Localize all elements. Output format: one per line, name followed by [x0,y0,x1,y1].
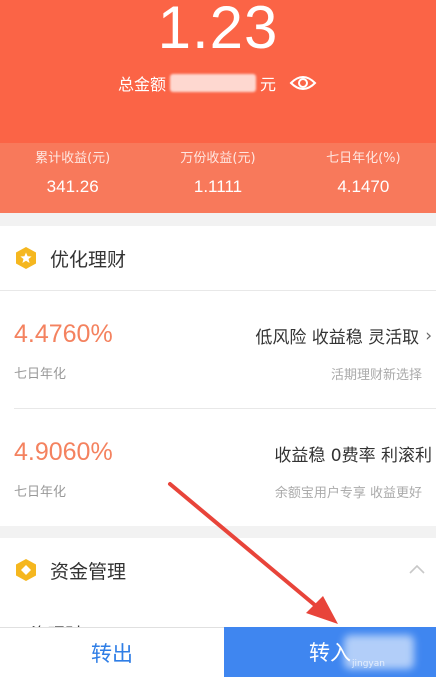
product-rate: 4.9060% [14,438,113,466]
transfer-in-button[interactable]: 转入 jingyan [224,627,436,677]
product-tags-text: 低风险 收益稳 灵活取 [255,328,420,348]
stat-seven-day-yield[interactable]: 七日年化(%) 4.1470 [291,143,436,213]
total-amount-label: 总金额 [117,75,166,94]
product-tags: 收益稳 0费率 利滚利 [274,441,432,466]
stat-value: 4.1470 [337,177,390,196]
product-rate-label: 七日年化 [14,367,67,382]
stat-label: 万份收益(元) [180,151,256,166]
stat-label: 累计收益(元) [35,151,111,166]
funds-section-header[interactable]: 资金管理 [0,538,436,602]
chevron-up-icon[interactable] [408,560,426,579]
masked-amount [170,74,256,92]
bottom-action-bar: 转出 转入 jingyan [0,627,436,677]
product-rate-label: 七日年化 [14,485,67,500]
product-tags: 低风险 收益稳 灵活取 › [255,323,432,349]
product-tags-text: 收益稳 0费率 利滚利 [274,446,432,466]
eye-icon[interactable] [288,72,318,94]
earnings-stats: 累计收益(元) 341.26 万份收益(元) 1.1111 七日年化(%) 4.… [0,143,436,213]
total-amount-unit: 元 [260,75,277,94]
stat-per-10k-earnings[interactable]: 万份收益(元) 1.1111 [145,143,290,213]
section-title: 资金管理 [50,560,127,583]
stat-value: 1.1111 [193,177,243,196]
stat-value: 341.26 [46,177,99,196]
transfer-out-button[interactable]: 转出 [0,627,224,677]
watermark: jingyan [352,659,385,669]
chevron-right-icon: › [425,325,432,346]
stat-label: 七日年化(%) [326,151,401,166]
section-title: 优化理财 [50,248,127,271]
star-badge-icon [14,246,38,270]
product-desc: 活期理财新选择 [330,368,422,383]
product-item[interactable]: 4.9060% 七日年化 收益稳 0费率 利滚利 余额宝用户专享 收益更好 [0,408,436,526]
stat-cumulative-earnings[interactable]: 累计收益(元) 341.26 [0,143,145,213]
optimize-wealth-card: 优化理财 4.4760% 七日年化 低风险 收益稳 灵活取 › 活期理财新选择 … [0,226,436,526]
product-item[interactable]: 4.4760% 七日年化 低风险 收益稳 灵活取 › 活期理财新选择 [0,290,436,408]
optimize-section-header: 优化理财 [0,226,436,290]
coin-badge-icon [14,558,38,582]
product-desc: 余额宝用户专享 收益更好 [274,486,422,501]
product-rate: 4.4760% [14,320,113,348]
total-amount: 1.23 [157,0,279,61]
total-amount-row: 总金额 元 [0,68,436,98]
